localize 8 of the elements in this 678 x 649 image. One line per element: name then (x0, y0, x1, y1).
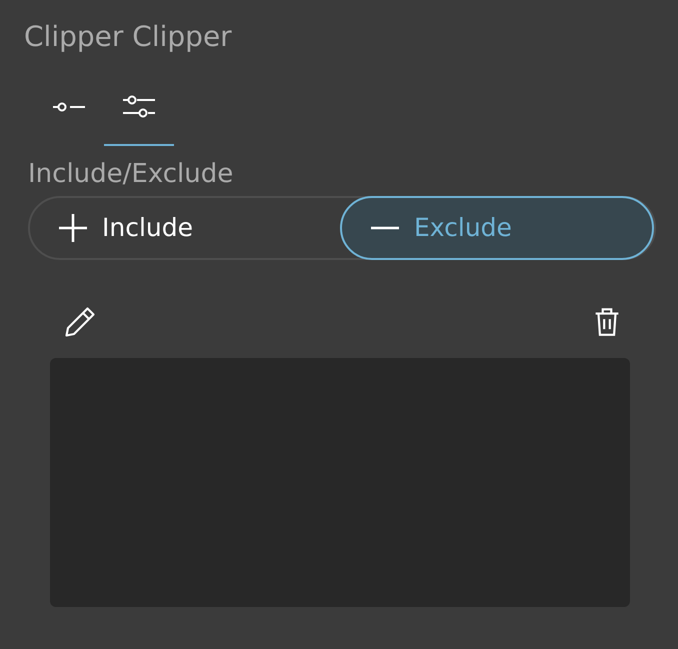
panel-title: Clipper Clipper (24, 19, 232, 55)
plus-icon (58, 213, 88, 243)
slider-icon (52, 101, 86, 113)
sliders-icon (122, 95, 156, 119)
mode-option[interactable]: Exclude (340, 196, 654, 260)
minus-icon (370, 226, 400, 230)
mode-option[interactable]: Include (30, 196, 340, 260)
section-label: Include/Exclude (28, 158, 234, 191)
